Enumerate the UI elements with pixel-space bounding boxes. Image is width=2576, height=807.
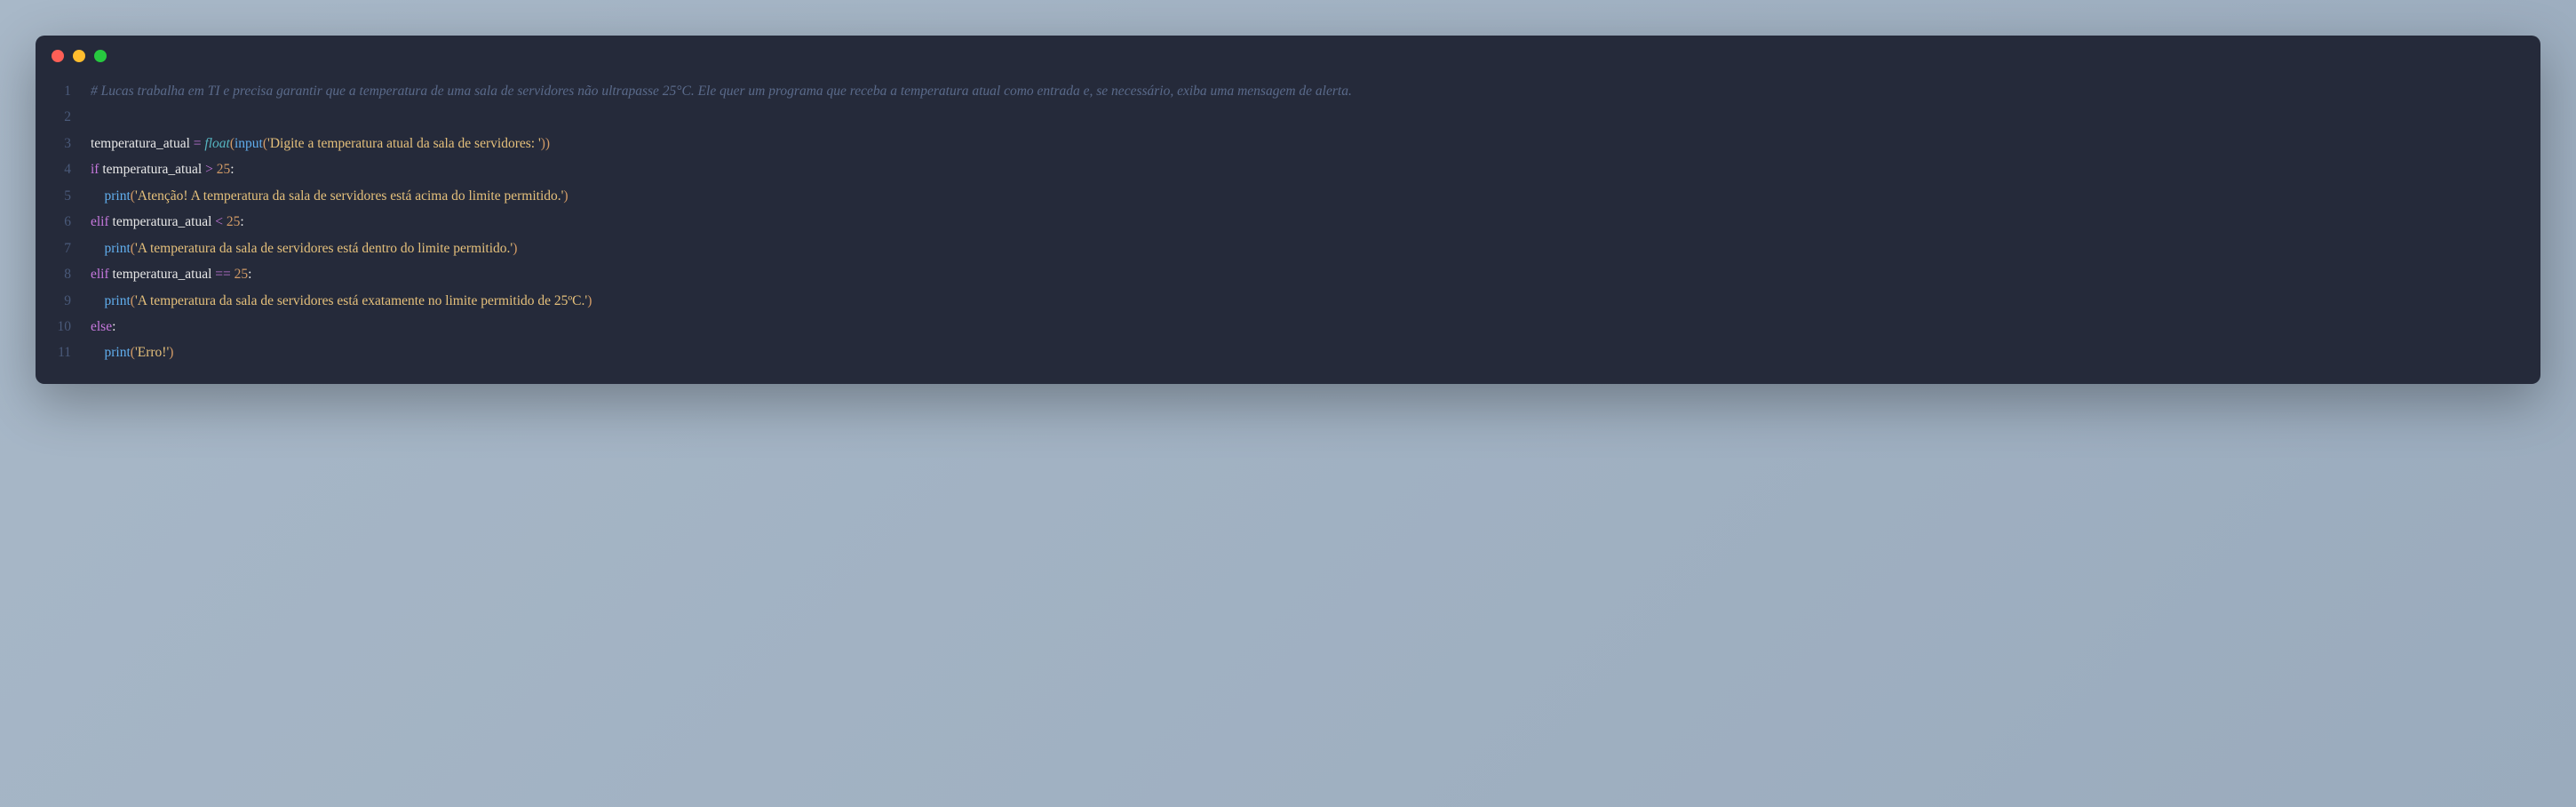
line-number: 2 <box>36 104 91 130</box>
code-line: 2 <box>36 104 2540 130</box>
token-num: 25 <box>227 214 241 229</box>
line-number: 8 <box>36 261 91 287</box>
line-number: 3 <box>36 131 91 156</box>
line-number: 7 <box>36 236 91 261</box>
token-num: 25 <box>235 267 249 282</box>
token-kw: else <box>91 319 112 334</box>
line-number: 5 <box>36 183 91 209</box>
token-ident <box>91 293 105 308</box>
code-content: if temperatura_atual > 25: <box>91 156 235 182</box>
token-call: print <box>105 293 131 308</box>
token-op: < <box>215 214 223 229</box>
code-line: 7 print('A temperatura da sala de servid… <box>36 236 2540 261</box>
token-call: print <box>105 188 131 204</box>
line-number: 1 <box>36 78 91 104</box>
line-number: 10 <box>36 314 91 340</box>
token-num: 25 <box>217 162 231 177</box>
token-kw: elif <box>91 214 109 229</box>
code-line: 10else: <box>36 314 2540 340</box>
token-string: 'Erro!' <box>135 345 169 360</box>
code-line: 9 print('A temperatura da sala de servid… <box>36 288 2540 314</box>
token-paren: ) <box>169 345 173 360</box>
code-content: else: <box>91 314 115 340</box>
code-content: print('A temperatura da sala de servidor… <box>91 288 592 314</box>
token-call: print <box>105 241 131 256</box>
code-line: 8elif temperatura_atual == 25: <box>36 261 2540 287</box>
line-number: 6 <box>36 209 91 235</box>
close-icon[interactable] <box>52 50 64 62</box>
maximize-icon[interactable] <box>94 50 107 62</box>
code-line: 6elif temperatura_atual < 25: <box>36 209 2540 235</box>
token-paren: )) <box>541 136 550 151</box>
token-ident <box>91 241 105 256</box>
token-ident: : <box>240 214 243 229</box>
code-content <box>91 104 94 130</box>
token-op: = <box>194 136 202 151</box>
code-content: print('A temperatura da sala de servidor… <box>91 236 517 261</box>
token-ident: temperatura_atual <box>109 214 216 229</box>
token-ident: temperatura_atual <box>91 136 194 151</box>
code-line: 1# Lucas trabalha em TI e precisa garant… <box>36 78 2540 104</box>
token-ident: : <box>112 319 115 334</box>
window-titlebar <box>36 36 2540 69</box>
token-ident <box>91 345 105 360</box>
token-builtin: float <box>204 136 229 151</box>
token-ident: temperatura_atual <box>109 267 216 282</box>
code-content: print('Atenção! A temperatura da sala de… <box>91 183 568 209</box>
token-op: == <box>215 267 230 282</box>
token-paren: ) <box>513 241 517 256</box>
token-string: 'A temperatura da sala de servidores est… <box>135 293 587 308</box>
line-number: 11 <box>36 340 91 365</box>
code-line: 4if temperatura_atual > 25: <box>36 156 2540 182</box>
token-paren: ) <box>563 188 568 204</box>
token-string: 'Digite a temperatura atual da sala de s… <box>267 136 541 151</box>
token-ident: : <box>248 267 251 282</box>
code-line: 11 print('Erro!') <box>36 340 2540 365</box>
token-string: 'Atenção! A temperatura da sala de servi… <box>135 188 563 204</box>
token-call: print <box>105 345 131 360</box>
code-line: 5 print('Atenção! A temperatura da sala … <box>36 183 2540 209</box>
code-content: print('Erro!') <box>91 340 173 365</box>
token-comment: # Lucas trabalha em TI e precisa garanti… <box>91 84 1352 99</box>
code-content: # Lucas trabalha em TI e precisa garanti… <box>91 78 1352 104</box>
code-editor[interactable]: 1# Lucas trabalha em TI e precisa garant… <box>36 69 2540 384</box>
code-content: elif temperatura_atual == 25: <box>91 261 251 287</box>
token-ident: : <box>230 162 234 177</box>
token-ident: temperatura_atual <box>99 162 205 177</box>
token-ident <box>91 188 105 204</box>
token-op: > <box>205 162 213 177</box>
code-line: 3temperatura_atual = float(input('Digite… <box>36 131 2540 156</box>
token-call: input <box>235 136 263 151</box>
minimize-icon[interactable] <box>73 50 85 62</box>
token-paren: ) <box>587 293 592 308</box>
line-number: 9 <box>36 288 91 314</box>
code-window: 1# Lucas trabalha em TI e precisa garant… <box>36 36 2540 384</box>
code-content: elif temperatura_atual < 25: <box>91 209 244 235</box>
token-kw: elif <box>91 267 109 282</box>
line-number: 4 <box>36 156 91 182</box>
token-string: 'A temperatura da sala de servidores est… <box>135 241 513 256</box>
code-content: temperatura_atual = float(input('Digite … <box>91 131 550 156</box>
